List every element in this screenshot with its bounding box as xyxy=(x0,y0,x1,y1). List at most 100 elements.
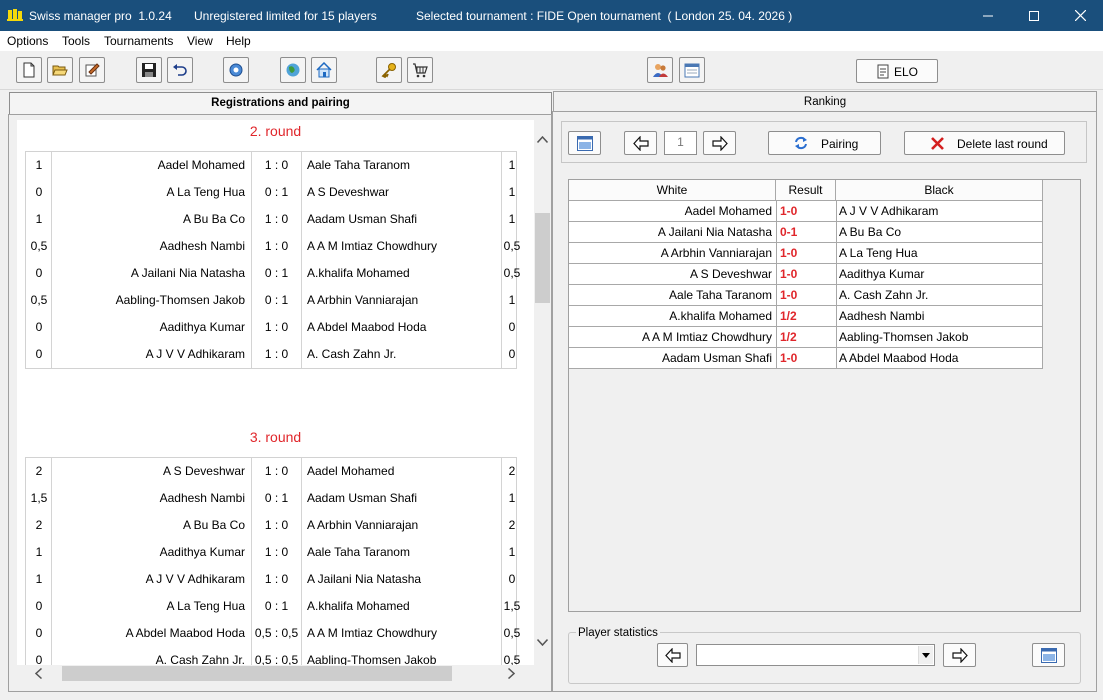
column-header-result[interactable]: Result xyxy=(776,180,836,201)
column-divider xyxy=(1042,264,1043,285)
menu-view[interactable]: View xyxy=(187,34,213,48)
open-button[interactable] xyxy=(47,57,73,83)
view-window-button[interactable] xyxy=(568,131,601,155)
pairing-grid-row[interactable]: A S Deveshwar 1-0 Aadithya Kumar xyxy=(569,264,1043,285)
globe-button[interactable] xyxy=(280,57,306,83)
pairing-row[interactable]: 0 A J V V Adhikaram 1 : 0 A. Cash Zahn Jr. 0 xyxy=(26,341,516,368)
pairing-grid-row[interactable]: A Jailani Nia Natasha 0-1 A Bu Ba Co xyxy=(569,222,1043,243)
pairing-grid-row[interactable]: Aadel Mohamed 1-0 A J V V Adhikaram xyxy=(569,201,1043,222)
undo-button[interactable] xyxy=(167,57,193,83)
pairing-row[interactable]: 1 Aadel Mohamed 1 : 0 Aale Taha Taranom 1 xyxy=(26,152,516,179)
column-divider xyxy=(776,222,777,243)
pairing-row[interactable]: 1,5 Aadhesh Nambi 0 : 1 Aadam Usman Shafi 1 xyxy=(26,485,516,512)
next-player-button[interactable] xyxy=(943,643,976,667)
save-button[interactable] xyxy=(136,57,162,83)
white-player-name: Aadithya Kumar xyxy=(159,545,245,559)
pairing-row[interactable]: 1 A Bu Ba Co 1 : 0 Aadam Usman Shafi 1 xyxy=(26,206,516,233)
pairing-row[interactable]: 0,5 Aadhesh Nambi 1 : 0 A A M Imtiaz Chowdh… xyxy=(26,233,521,260)
column-header-black[interactable]: Black xyxy=(836,180,1043,201)
round-number-field[interactable]: 1 xyxy=(664,131,697,155)
black-player-name: A S Deveshwar xyxy=(307,185,390,199)
black-points: 0,5 xyxy=(503,626,521,640)
black-player-name: Aale Taha Taranom xyxy=(307,158,410,172)
next-round-button[interactable] xyxy=(703,131,736,155)
delete-last-round-button[interactable]: Delete last round xyxy=(904,131,1065,155)
game-result: 0,5 : 0,5 xyxy=(254,653,299,665)
minimize-button[interactable] xyxy=(965,0,1011,31)
column-divider xyxy=(836,327,837,348)
pairing-button[interactable]: Pairing xyxy=(768,131,881,155)
pairing-grid-row[interactable]: A A M Imtiaz Chowdhury 1/2 Aabling-Thomsen… xyxy=(569,327,1043,348)
pairing-row[interactable]: 0,5 Aabling-Thomsen Jakob 0 : 1 A Arbhin Va… xyxy=(26,287,516,314)
game-result[interactable]: 1-0 xyxy=(780,285,830,305)
game-result[interactable]: 1-0 xyxy=(780,201,830,221)
game-result[interactable]: 1/2 xyxy=(780,306,830,326)
home-button[interactable] xyxy=(311,57,337,83)
pairing-grid-row[interactable]: Aale Taha Taranom 1-0 A. Cash Zahn Jr. xyxy=(569,285,1043,306)
player-select[interactable] xyxy=(696,644,935,666)
white-points: 1 xyxy=(35,212,43,226)
pairing-row[interactable]: 0 A La Teng Hua 0 : 1 A.khalifa Mohamed 1,5 xyxy=(26,593,521,620)
white-player-name: A.khalifa Mohamed xyxy=(669,309,772,323)
calendar-button[interactable] xyxy=(679,57,705,83)
black-player-name: Aadam Usman Shafi xyxy=(307,212,418,226)
close-button[interactable] xyxy=(1057,0,1103,31)
maximize-button[interactable] xyxy=(1011,0,1057,31)
pairing-grid-row[interactable]: A Arbhin Vanniarajan 1-0 A La Teng Hua xyxy=(569,243,1043,264)
black-points: 0 xyxy=(508,572,516,586)
game-result[interactable]: 1-0 xyxy=(780,264,830,284)
dropdown-button[interactable] xyxy=(918,646,933,664)
game-result[interactable]: 1/2 xyxy=(780,327,830,347)
tab-registrations-and-pairing[interactable]: Registrations and pairing xyxy=(9,92,552,115)
previous-round-button[interactable] xyxy=(624,131,657,155)
pairing-row[interactable]: 2 A Bu Ba Co 1 : 0 A Arbhin Vanniarajan 2 xyxy=(26,512,516,539)
menu-help[interactable]: Help xyxy=(226,34,251,48)
tab-ranking[interactable]: Ranking xyxy=(553,91,1097,112)
game-result[interactable]: 0-1 xyxy=(780,222,830,242)
horizontal-scroll-thumb[interactable] xyxy=(62,666,452,681)
pairing-row[interactable]: 1 Aadithya Kumar 1 : 0 Aale Taha Taranom 1 xyxy=(26,539,516,566)
pairing-grid-row[interactable]: Aadam Usman Shafi 1-0 A Abdel Maabod Hoda xyxy=(569,348,1043,369)
horizontal-scrollbar[interactable] xyxy=(17,665,534,682)
document-icon xyxy=(877,64,889,79)
column-divider xyxy=(836,201,837,222)
pairing-row[interactable]: 0 A La Teng Hua 0 : 1 A S Deveshwar 1 xyxy=(26,179,516,206)
settings-button[interactable] xyxy=(223,57,249,83)
column-header-white[interactable]: White xyxy=(569,180,776,201)
column-divider xyxy=(776,201,777,222)
pairing-grid-row[interactable]: A.khalifa Mohamed 1/2 Aadhesh Nambi xyxy=(569,306,1043,327)
column-divider xyxy=(776,264,777,285)
app-title: Swiss manager pro 1.0.24 xyxy=(29,9,172,23)
cart-button[interactable] xyxy=(407,57,433,83)
menu-options[interactable]: Options xyxy=(7,34,48,48)
pairing-row[interactable]: 0 A Jailani Nia Natasha 0 : 1 A.khalifa Moh… xyxy=(26,260,521,287)
vertical-scroll-thumb[interactable] xyxy=(535,213,550,303)
black-points: 0,5 xyxy=(503,653,521,665)
statistics-window-button[interactable] xyxy=(1032,643,1065,667)
black-player-name: A Jailani Nia Natasha xyxy=(307,572,422,586)
players-button[interactable] xyxy=(647,57,673,83)
refresh-icon xyxy=(795,136,807,150)
column-divider xyxy=(776,327,777,348)
elo-button[interactable]: ELO xyxy=(856,59,938,83)
pairing-row[interactable]: 1 A J V V Adhikaram 1 : 0 A Jailani Nia Nat… xyxy=(26,566,516,593)
menu-tournaments[interactable]: Tournaments xyxy=(104,34,173,48)
key-button[interactable] xyxy=(376,57,402,83)
black-player-name: A A M Imtiaz Chowdhury xyxy=(307,626,438,640)
scroll-down-icon[interactable] xyxy=(537,639,548,646)
game-result[interactable]: 1-0 xyxy=(780,243,830,263)
pairing-row[interactable]: 0 A. Cash Zahn Jr. 0,5 : 0,5 Aabling-Thomse… xyxy=(26,647,521,665)
new-button[interactable] xyxy=(16,57,42,83)
menu-tools[interactable]: Tools xyxy=(62,34,90,48)
pairing-row[interactable]: 0 A Abdel Maabod Hoda 0,5 : 0,5 A A M Imtia… xyxy=(26,620,521,647)
vertical-scrollbar[interactable] xyxy=(534,120,551,665)
pairing-row[interactable]: 0 Aadithya Kumar 1 : 0 A Abdel Maabod Hoda 0 xyxy=(26,314,516,341)
scroll-up-icon[interactable] xyxy=(537,136,548,143)
column-divider xyxy=(1042,348,1043,369)
scroll-left-icon[interactable] xyxy=(35,668,42,679)
previous-player-button[interactable] xyxy=(657,643,688,667)
game-result[interactable]: 1-0 xyxy=(780,348,830,368)
scroll-right-icon[interactable] xyxy=(508,668,515,679)
edit-tournament-button[interactable] xyxy=(79,57,105,83)
pairing-row[interactable]: 2 A S Deveshwar 1 : 0 Aadel Mohamed 2 xyxy=(26,458,516,485)
